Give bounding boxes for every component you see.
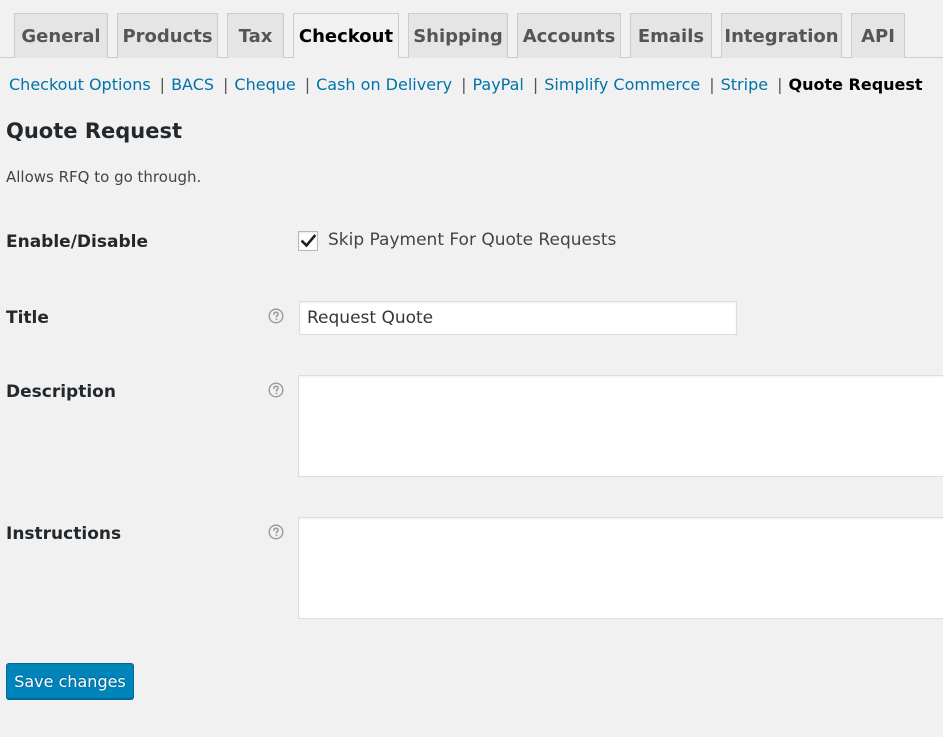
subnav-stripe[interactable]: Stripe — [721, 75, 768, 94]
tab-checkout[interactable]: Checkout — [293, 13, 399, 59]
settings-tabs: General Products Tax Checkout Shipping A… — [0, 0, 943, 59]
tab-api[interactable]: API — [851, 13, 905, 58]
skip-payment-checkbox-label[interactable]: Skip Payment For Quote Requests — [328, 230, 616, 250]
subnav-separator: | — [159, 74, 166, 94]
instructions-label: Instructions — [6, 524, 122, 544]
subnav-separator: | — [709, 74, 715, 94]
description-textarea[interactable] — [298, 375, 943, 477]
tab-products[interactable]: Products — [117, 13, 218, 58]
skip-payment-checkbox[interactable] — [298, 231, 318, 251]
subnav-bacs[interactable]: BACS — [171, 75, 214, 94]
page-description: Allows RFQ to go through. — [6, 168, 202, 186]
subnav-separator: | — [532, 74, 539, 94]
subnav-checkout-options[interactable]: Checkout Options — [9, 75, 151, 94]
tab-emails[interactable]: Emails — [630, 13, 712, 58]
title-label: Title — [6, 308, 49, 328]
page-title: Quote Request — [6, 119, 182, 143]
description-label: Description — [6, 382, 116, 402]
title-input[interactable] — [299, 301, 737, 335]
help-tip-icon[interactable] — [268, 308, 284, 324]
subnav-separator: | — [777, 74, 783, 94]
checkout-section-nav: Checkout Options | BACS | Cheque | Cash … — [9, 72, 923, 96]
tab-general[interactable]: General — [14, 13, 108, 58]
subnav-quote-request-current: Quote Request — [788, 74, 923, 94]
instructions-textarea[interactable] — [298, 517, 943, 619]
subnav-cheque[interactable]: Cheque — [234, 75, 295, 94]
help-tip-icon[interactable] — [268, 382, 284, 398]
help-tip-icon[interactable] — [268, 524, 284, 540]
subnav-separator: | — [304, 74, 311, 94]
tab-shipping[interactable]: Shipping — [408, 13, 508, 58]
subnav-simplify-commerce[interactable]: Simplify Commerce — [544, 75, 700, 94]
enable-disable-label: Enable/Disable — [6, 232, 148, 252]
subnav-separator: | — [461, 74, 467, 94]
subnav-paypal[interactable]: PayPal — [472, 75, 523, 94]
tab-accounts[interactable]: Accounts — [517, 13, 621, 58]
tab-integration[interactable]: Integration — [721, 13, 842, 58]
subnav-cash-on-delivery[interactable]: Cash on Delivery — [316, 75, 452, 94]
tab-tax[interactable]: Tax — [227, 13, 284, 58]
checkmark-icon — [301, 234, 316, 248]
save-changes-button[interactable]: Save changes — [6, 663, 134, 699]
subnav-separator: | — [223, 74, 229, 94]
